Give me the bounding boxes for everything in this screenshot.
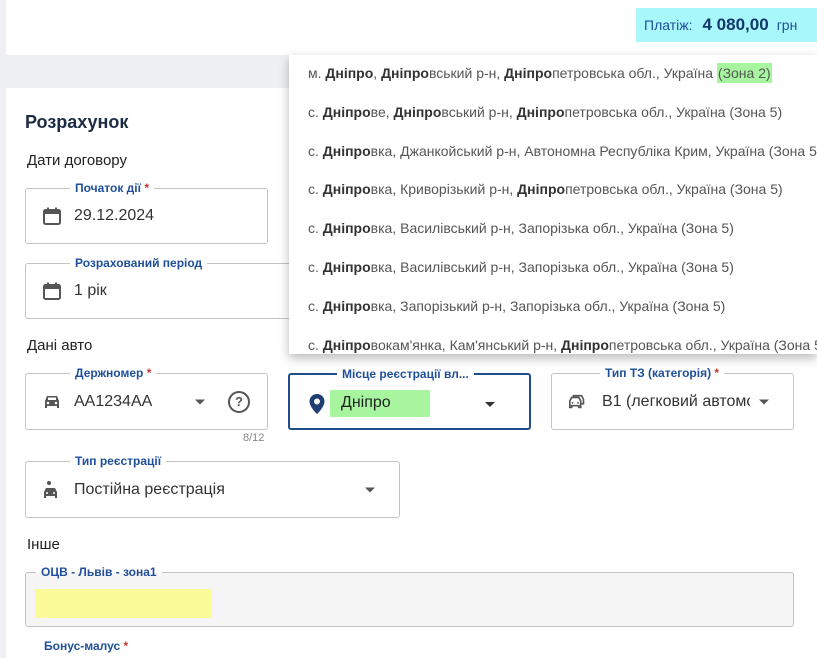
period-field[interactable]: Розрахований період 1 рік (25, 255, 295, 319)
dropdown-option[interactable]: с. Дніпровка, Василівський р-н, Запорізь… (308, 220, 734, 236)
help-icon[interactable]: ? (228, 390, 250, 413)
chevron-down-icon[interactable] (759, 399, 769, 404)
start-date-value: 29.12.2024 (74, 207, 155, 224)
registration-place-label: Місце реєстрації вл... (337, 366, 474, 382)
vehicle-type-value: B1 (легковий автомо (602, 392, 750, 410)
start-date-label: Початок дії * (70, 180, 155, 196)
person-car-icon (44, 480, 57, 498)
payment-summary: Платіж: 4 080,00 грн (636, 8, 817, 42)
plate-label: Держномер * (70, 365, 157, 381)
cars-icon (569, 394, 585, 408)
chevron-down-icon[interactable] (485, 402, 495, 407)
dropdown-option[interactable]: с. Дніпровка, Джанкойський р-н, Автономн… (308, 143, 817, 159)
payment-label: Платіж: (644, 17, 693, 33)
start-date-field[interactable]: Початок дії * 29.12.2024 (25, 180, 268, 244)
period-value: 1 рік (74, 282, 107, 299)
registration-type-field[interactable]: Тип реєстрації Постійна реєстрація (25, 453, 400, 518)
location-pin-icon (309, 394, 325, 414)
chevron-down-icon[interactable] (195, 399, 205, 404)
contract-dates-heading: Дати договору (27, 152, 127, 169)
dropdown-option[interactable]: с. Дніпровка, Криворізький р-н, Дніпропе… (308, 181, 783, 197)
calendar-icon (43, 207, 61, 225)
registration-type-label: Тип реєстрації (70, 453, 167, 469)
registration-place-input[interactable]: Дніпро (341, 394, 391, 412)
vehicle-type-field[interactable]: Тип ТЗ (категорія) * B1 (легковий автомо (551, 365, 794, 430)
ocv-value-highlight (35, 589, 211, 618)
payment-currency: грн (776, 17, 798, 33)
calendar-icon (43, 282, 61, 300)
page-title: Розрахунок (25, 112, 129, 132)
car-icon (45, 395, 59, 408)
other-heading: Інше (27, 536, 60, 553)
period-label: Розрахований період (70, 255, 208, 271)
place-autocomplete-dropdown[interactable]: м. Дніпро, Дніпровський р-н, Дніпропетро… (289, 55, 817, 354)
car-data-heading: Дані авто (27, 337, 93, 354)
zone-highlight: (Зона 2) (716, 63, 772, 83)
dropdown-option[interactable]: с. Дніпровка, Василівський р-н, Запорізь… (308, 259, 734, 275)
dropdown-option[interactable]: с. Дніпровка, Запорізький р-н, Запорізьк… (308, 298, 725, 314)
dropdown-option[interactable]: с. Дніпрове, Дніпровський р-н, Дніпропет… (308, 104, 782, 120)
ocv-label: ОЦВ - Львів - зона1 (36, 564, 162, 580)
payment-amount: 4 080,00 (702, 15, 769, 34)
chevron-down-icon[interactable] (365, 487, 375, 492)
bonus-malus-label: Бонус-малус * (44, 639, 129, 653)
dropdown-option[interactable]: с. Дніпровокам'янка, Кам'янський р-н, Дн… (308, 337, 817, 353)
plate-value: AA1234AA (74, 392, 153, 410)
plate-char-counter: 8/12 (243, 432, 265, 444)
vehicle-type-label: Тип ТЗ (категорія) * (600, 365, 725, 381)
registration-type-value: Постійна реєстрація (74, 480, 225, 498)
dropdown-option[interactable]: м. Дніпро, Дніпровський р-н, Дніпропетро… (308, 63, 772, 83)
plate-field[interactable]: Держномер * AA1234AA ? (25, 365, 268, 430)
